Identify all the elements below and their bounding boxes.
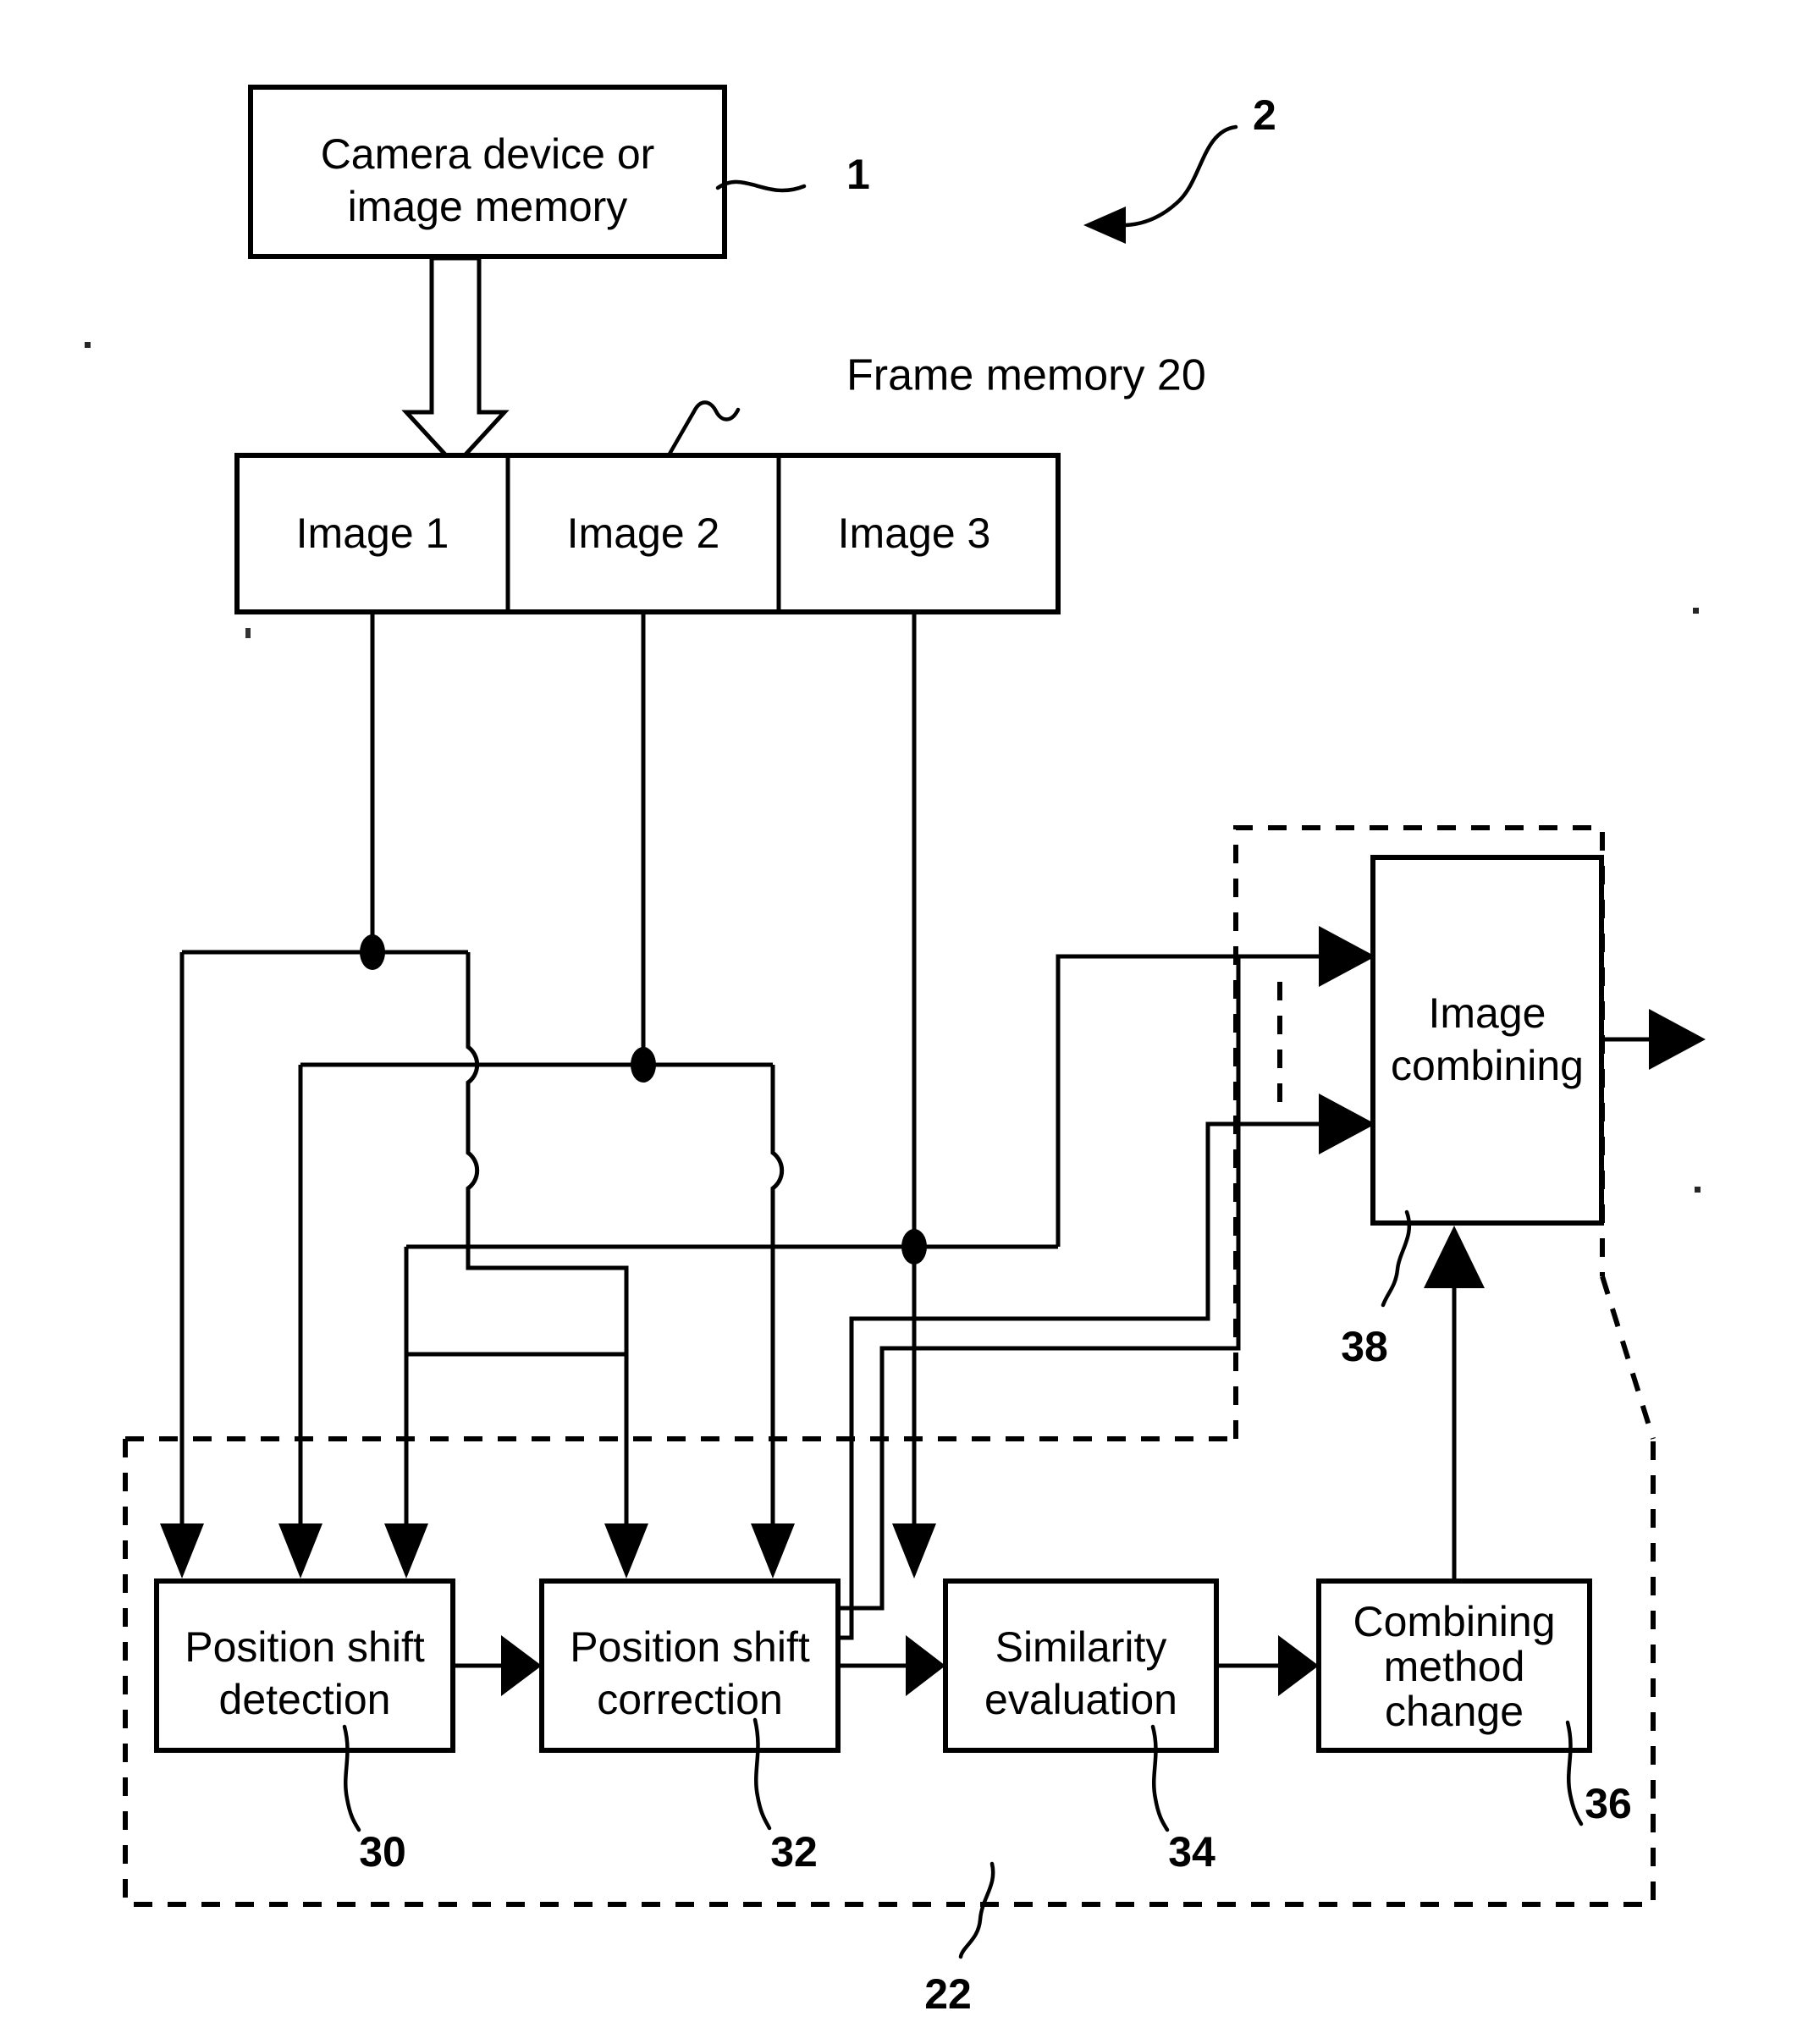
- arrowhead-correction-input-2: [751, 1523, 795, 1578]
- scan-speck-right-lower: [1695, 1187, 1701, 1193]
- wire-image1-to-correction-a: [466, 952, 629, 1536]
- leader-ref-22: [958, 1861, 995, 1959]
- arrowhead-detection-input-1: [160, 1523, 204, 1578]
- ref-numeral-22: 22: [924, 1970, 972, 2018]
- frame-memory-cell-image2: Image 2: [567, 510, 720, 557]
- leader-frame-memory: [666, 400, 741, 458]
- ref-numeral-34: 34: [1168, 1828, 1215, 1876]
- ref-numeral-1: 1: [846, 151, 870, 198]
- camera-device-label-line1: Camera device or: [321, 130, 655, 178]
- ref-numeral-2: 2: [1253, 91, 1276, 139]
- wire-image2-to-correction-b: [770, 1065, 785, 1536]
- detection-label-line2: detection: [219, 1676, 391, 1723]
- similarity-label-line2: evaluation: [984, 1676, 1177, 1723]
- patent-figure: Camera device or image memory 1 2 Image …: [0, 0, 1797, 2044]
- arrowhead-correction-input-1: [604, 1523, 648, 1578]
- arrowhead-detection-to-correction: [501, 1635, 542, 1696]
- leader-ref-38: [1381, 1209, 1412, 1308]
- ref-2-arrowhead: [1083, 207, 1126, 244]
- image-combining-block: [1370, 855, 1604, 1226]
- wire-image3-to-detection-c: [404, 1247, 626, 1357]
- leader-ref-2: [1123, 124, 1238, 228]
- source-to-framememory-block-arrow: [401, 256, 510, 469]
- image-combining-label-line1: Image: [1429, 989, 1546, 1037]
- ref-numeral-32: 32: [770, 1828, 818, 1876]
- method-change-label-line2: method: [1384, 1643, 1525, 1690]
- arrowhead-combining-input-1: [1319, 926, 1375, 987]
- ref-numeral-36: 36: [1585, 1780, 1632, 1827]
- similarity-label-line1: Similarity: [995, 1623, 1167, 1671]
- frame-memory-caption: Frame memory 20: [846, 351, 1206, 400]
- scan-speck-left: [85, 342, 91, 348]
- arrowhead-similarity-to-method-change: [1278, 1635, 1319, 1696]
- method-change-label-line1: Combining: [1353, 1598, 1555, 1645]
- method-change-label-line3: change: [1385, 1688, 1524, 1735]
- arrowhead-detection-input-2: [278, 1523, 322, 1578]
- ref-numeral-30: 30: [359, 1828, 406, 1876]
- leader-ref-1: [715, 179, 807, 193]
- frame-memory-cell-image3: Image 3: [838, 510, 991, 557]
- arrowhead-detection-input-3: [384, 1523, 428, 1578]
- combining-dashed-diagonal: [1600, 1275, 1656, 1440]
- frame-memory-cell-image1: Image 1: [296, 510, 449, 557]
- scan-speck-right-upper: [1693, 608, 1699, 614]
- arrowhead-correction-to-similarity: [906, 1635, 945, 1696]
- ref-numeral-38: 38: [1341, 1323, 1388, 1370]
- arrowhead-combining-output: [1649, 1009, 1706, 1070]
- arrowhead-correction-input-3: [892, 1523, 936, 1578]
- detection-label-line1: Position shift: [185, 1623, 425, 1671]
- arrowhead-method-change-to-combining: [1424, 1226, 1485, 1288]
- block-diagram-canvas: Camera device or image memory 1 2 Image …: [85, 85, 1706, 2018]
- correction-label-line1: Position shift: [570, 1623, 810, 1671]
- image-combining-label-line2: combining: [1391, 1042, 1584, 1089]
- arrowhead-combining-input-2: [1319, 1094, 1375, 1154]
- correction-label-line2: correction: [597, 1676, 783, 1723]
- scan-speck-framememory: [245, 628, 251, 638]
- wire-correction-out-upper-to-combining: [838, 956, 1241, 1611]
- camera-device-label-line2: image memory: [348, 183, 628, 230]
